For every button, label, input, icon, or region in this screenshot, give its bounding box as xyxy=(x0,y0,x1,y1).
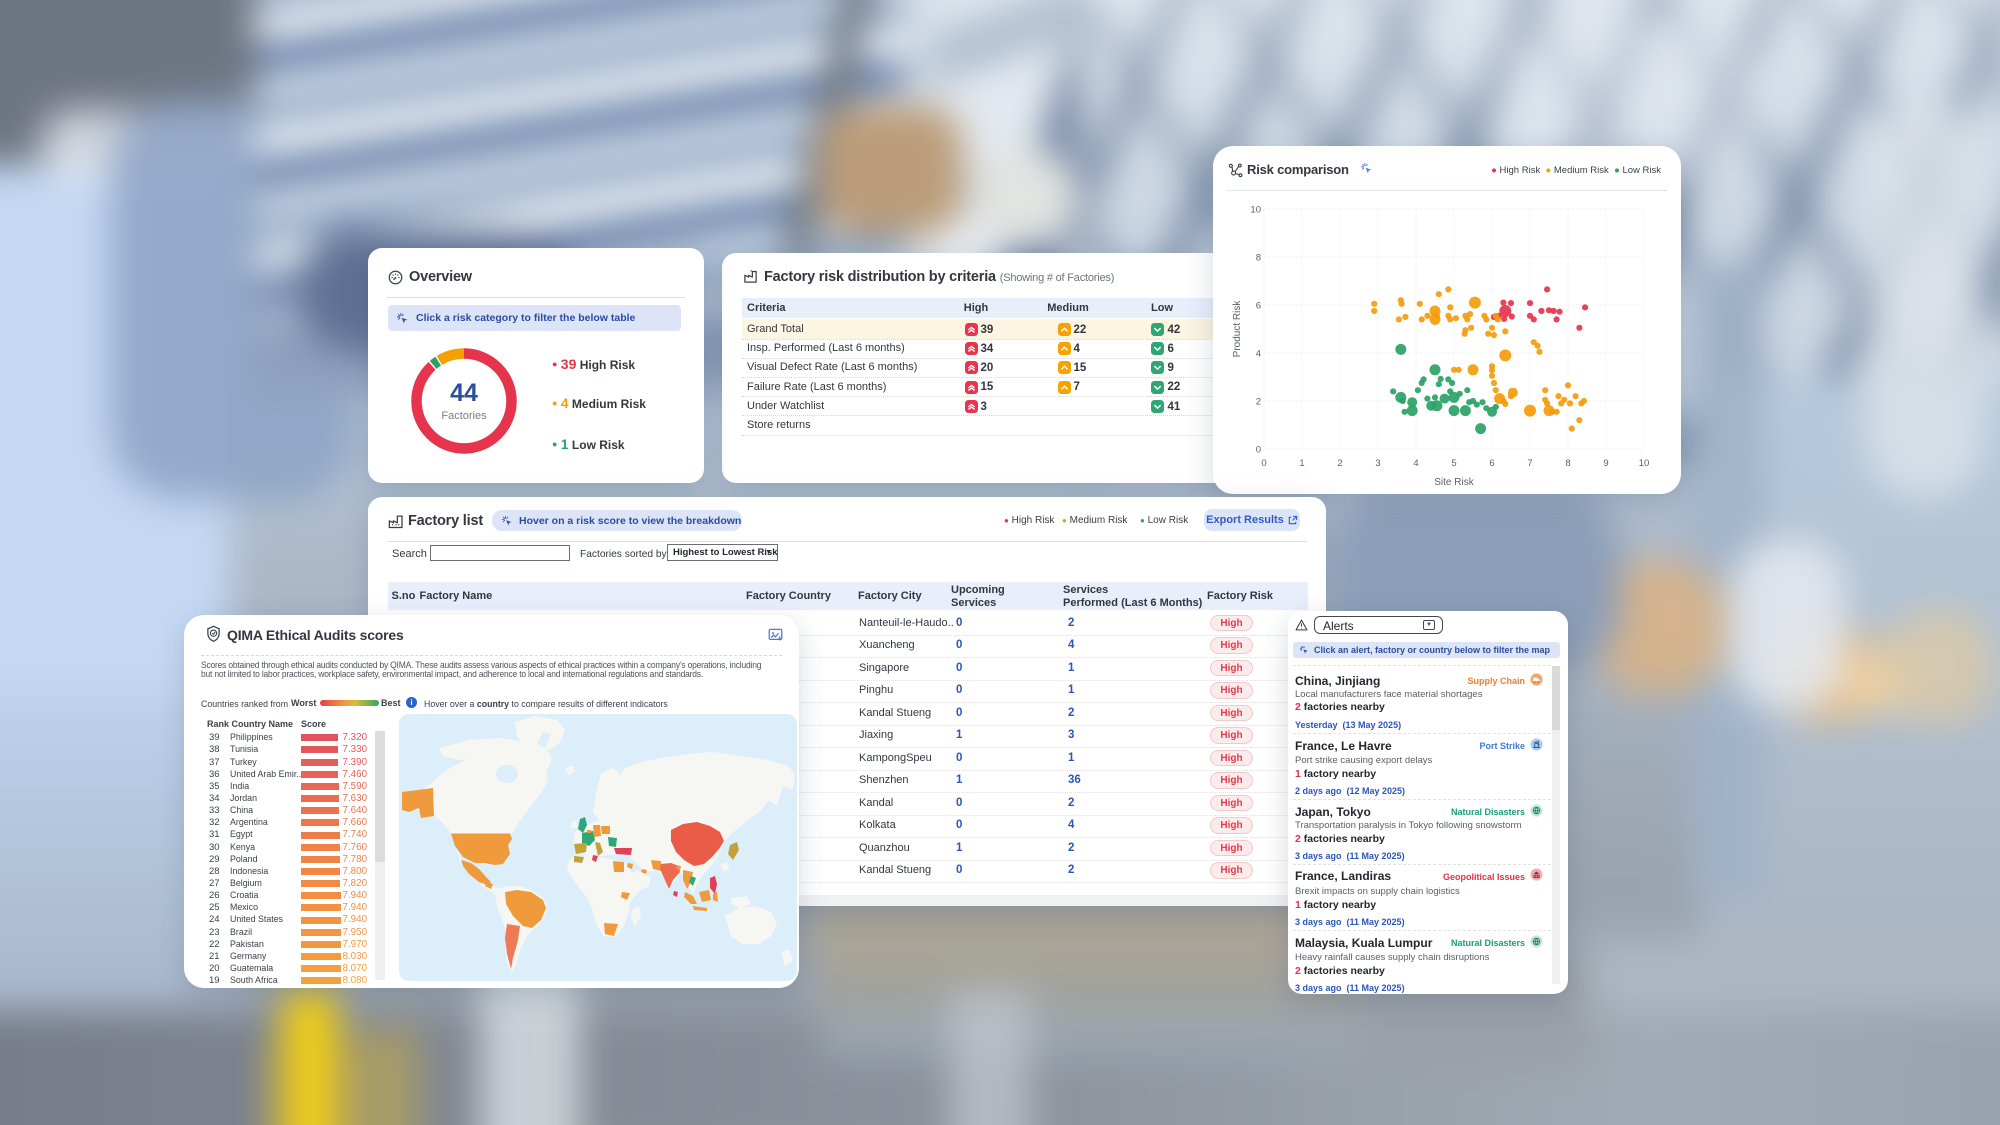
svg-text:0: 0 xyxy=(1256,445,1261,456)
svg-text:8: 8 xyxy=(1565,458,1570,469)
svg-text:4: 4 xyxy=(1413,458,1418,469)
svg-text:1: 1 xyxy=(1299,458,1304,469)
svg-text:5: 5 xyxy=(1451,458,1456,469)
svg-text:6: 6 xyxy=(1256,301,1261,312)
svg-text:0: 0 xyxy=(1261,458,1266,469)
svg-text:10: 10 xyxy=(1639,458,1650,469)
svg-text:8: 8 xyxy=(1256,253,1261,264)
svg-text:Site Risk: Site Risk xyxy=(1434,477,1474,488)
svg-text:9: 9 xyxy=(1603,458,1608,469)
svg-text:3: 3 xyxy=(1375,458,1380,469)
svg-text:10: 10 xyxy=(1250,205,1261,216)
svg-text:7: 7 xyxy=(1527,458,1532,469)
svg-text:Product Risk: Product Risk xyxy=(1232,300,1243,358)
svg-text:2: 2 xyxy=(1256,397,1261,408)
svg-text:2: 2 xyxy=(1337,458,1342,469)
svg-text:6: 6 xyxy=(1489,458,1494,469)
svg-text:4: 4 xyxy=(1256,349,1261,360)
